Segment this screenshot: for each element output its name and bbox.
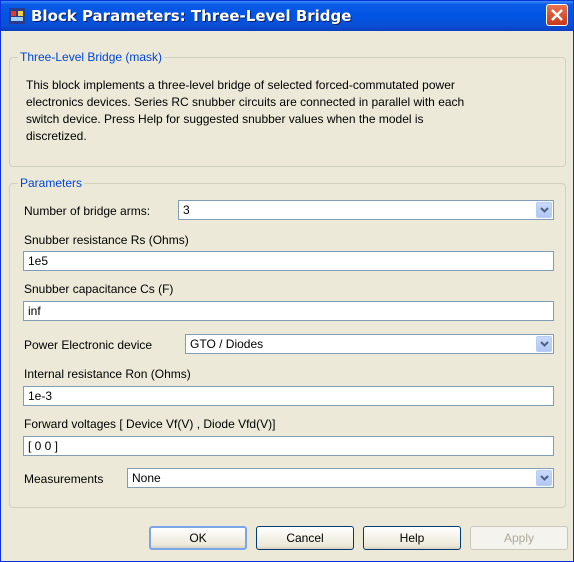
chevron-down-icon[interactable]	[536, 336, 552, 352]
snubber-cs-field[interactable]	[23, 301, 554, 321]
description-line: switch device. Press Help for suggested …	[26, 112, 424, 126]
ron-label: Internal resistance Ron (Ohms)	[24, 367, 191, 381]
apply-button[interactable]: Apply	[470, 526, 568, 550]
chevron-down-icon[interactable]	[536, 470, 552, 486]
description-line: This block implements a three-level brid…	[26, 78, 455, 92]
measurements-value: None	[132, 471, 161, 485]
parameters-legend: Parameters	[20, 176, 83, 190]
ron-field[interactable]	[23, 386, 554, 406]
vf-field[interactable]	[23, 436, 554, 456]
device-value: GTO / Diodes	[190, 337, 264, 351]
vf-label: Forward voltages [ Device Vf(V) , Diode …	[24, 417, 276, 431]
measurements-label: Measurements	[24, 472, 104, 486]
snubber-cs-label: Snubber capacitance Cs (F)	[24, 282, 174, 296]
description-line: electronics devices. Series RC snubber c…	[26, 95, 465, 109]
mask-legend: Three-Level Bridge (mask)	[20, 50, 163, 64]
description-line: discretized.	[26, 129, 87, 143]
device-label: Power Electronic device	[24, 338, 153, 352]
measurements-select[interactable]: None	[127, 468, 554, 488]
dialog-window: Block Parameters: Three-Level Bridge Thr…	[0, 0, 574, 562]
title-bar[interactable]: Block Parameters: Three-Level Bridge	[1, 1, 573, 31]
bridge-arms-label: Number of bridge arms:	[24, 204, 151, 218]
close-icon	[551, 9, 563, 21]
snubber-rs-field[interactable]	[23, 251, 554, 271]
snubber-rs-label: Snubber resistance Rs (Ohms)	[24, 233, 189, 247]
bridge-arms-select[interactable]: 3	[178, 200, 554, 220]
mask-description: This block implements a three-level brid…	[26, 77, 556, 145]
ok-button[interactable]: OK	[149, 526, 247, 550]
close-button[interactable]	[546, 4, 568, 26]
help-button[interactable]: Help	[363, 526, 461, 550]
window-title: Block Parameters: Three-Level Bridge	[31, 7, 352, 25]
cancel-button[interactable]: Cancel	[256, 526, 354, 550]
chevron-down-icon[interactable]	[536, 202, 552, 218]
device-select[interactable]: GTO / Diodes	[185, 334, 554, 354]
bridge-arms-value: 3	[183, 203, 190, 217]
simulink-icon	[9, 8, 25, 24]
